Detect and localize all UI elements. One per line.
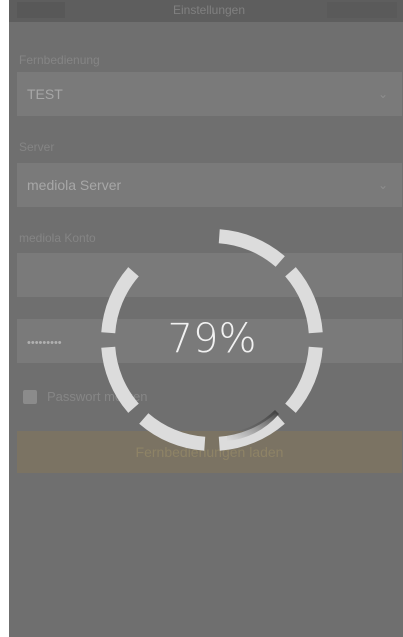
server-select-value: mediola Server (27, 177, 122, 193)
load-remotes-button[interactable]: Fernbedienungen laden (17, 431, 402, 473)
progress-percent: 79% (167, 316, 257, 362)
remember-password-label: Passwort merken (47, 389, 148, 404)
account-section-label: mediola Konto (19, 231, 96, 245)
app-screen: Einstellungen Fernbedienung TEST ⌄ Serve… (9, 0, 403, 637)
top-bar: Einstellungen (9, 0, 403, 22)
remote-select-value: TEST (27, 86, 63, 102)
remote-select[interactable]: TEST ⌄ (17, 72, 402, 116)
server-section-label: Server (19, 140, 55, 154)
page-title: Einstellungen (172, 3, 246, 17)
remote-section-label: Fernbedienung (19, 53, 100, 67)
chevron-down-icon: ⌄ (377, 87, 388, 101)
chevron-down-icon: ⌄ (377, 178, 388, 192)
server-select[interactable]: mediola Server ⌄ (17, 163, 402, 207)
back-tab[interactable] (17, 2, 65, 18)
email-field[interactable] (17, 253, 402, 297)
action-tab[interactable] (327, 2, 397, 18)
password-field-value: ••••••••• (27, 337, 62, 349)
remember-password-checkbox[interactable] (23, 390, 37, 404)
